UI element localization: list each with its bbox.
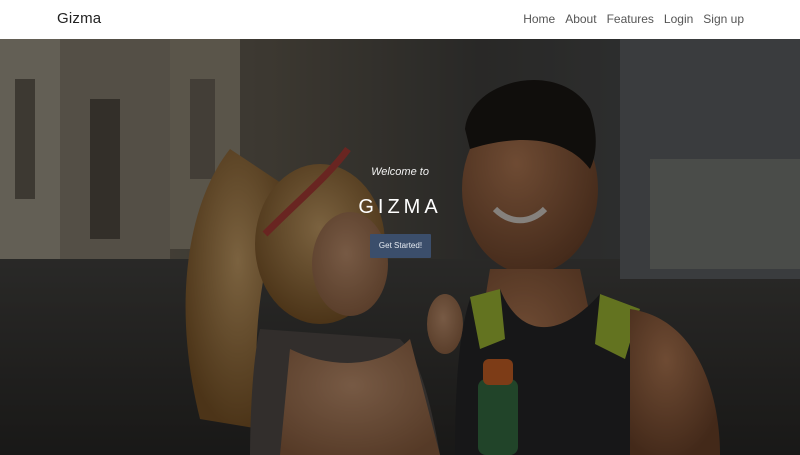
- nav-features-link[interactable]: Features: [607, 12, 654, 26]
- nav-about-link[interactable]: About: [565, 12, 596, 26]
- hero-section: Welcome to GIZMA Get Started!: [0, 39, 800, 455]
- get-started-button[interactable]: Get Started!: [370, 234, 431, 258]
- hero-content: Welcome to GIZMA Get Started!: [0, 39, 800, 455]
- nav-signup-link[interactable]: Sign up: [703, 12, 744, 26]
- hero-title: GIZMA: [358, 196, 442, 218]
- nav-links: Home About Features Login Sign up: [523, 12, 744, 26]
- nav-login-link[interactable]: Login: [664, 12, 693, 26]
- nav-home-link[interactable]: Home: [523, 12, 555, 26]
- brand-logo[interactable]: Gizma: [57, 10, 101, 27]
- top-navbar: Gizma Home About Features Login Sign up: [0, 0, 800, 39]
- hero-welcome-text: Welcome to: [371, 166, 429, 178]
